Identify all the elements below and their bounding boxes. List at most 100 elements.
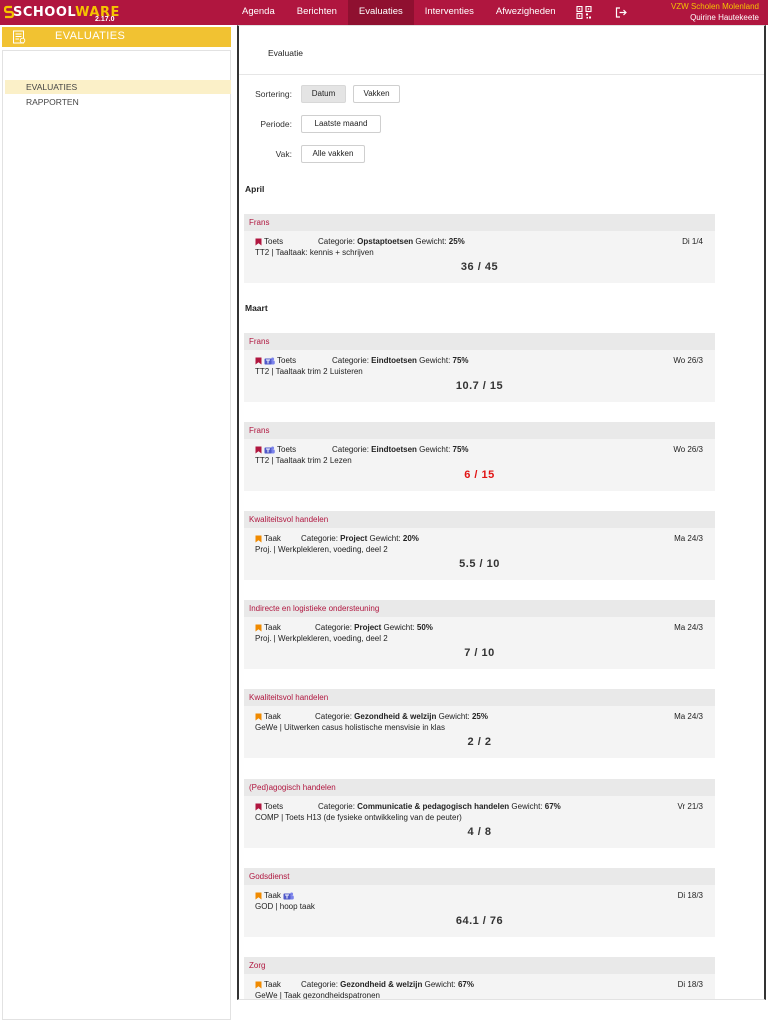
- eval-date: Ma 24/3: [674, 623, 703, 632]
- card-body: Taak Categorie: Gezondheid & welzijn Gewi…: [244, 974, 715, 1000]
- bookmark-icon: [255, 892, 262, 899]
- eval-date: Ma 24/3: [674, 534, 703, 543]
- evaluation-card[interactable]: (Ped)agogisch handelen Toets Categorie: Co…: [244, 779, 715, 848]
- eval-description: GOD | hoop taak: [255, 902, 315, 911]
- sidebar-item-rapporten[interactable]: RAPPORTEN: [5, 95, 231, 109]
- eval-date: Vr 21/3: [677, 802, 704, 811]
- subject-select[interactable]: Alle vakken: [301, 145, 365, 163]
- evaluation-card[interactable]: Frans Toets Categorie: Eindtoetsen Gewicht…: [244, 422, 715, 491]
- category-value: Opstaptoetsen: [357, 237, 414, 246]
- card-subject: Kwaliteitsvol handelen: [244, 511, 715, 528]
- eval-description: GeWe | Taak gezondheidspatronen: [255, 991, 380, 1000]
- eval-score: 10.7 / 15: [455, 380, 504, 392]
- teams-icon: [264, 357, 275, 364]
- eval-type-label: Taak: [264, 712, 281, 721]
- category-value: Eindtoetsen: [371, 445, 417, 454]
- period-select[interactable]: Laatste maand: [301, 115, 381, 133]
- user-name[interactable]: Quirine Hautekeete: [671, 13, 759, 24]
- weight-value: 75%: [452, 356, 469, 365]
- card-subject: Indirecte en logistieke ondersteuning: [244, 600, 715, 617]
- category-value: Gezondheid & welzijn: [340, 980, 423, 989]
- nav-berichten[interactable]: Berichten: [286, 0, 348, 25]
- eval-type-label: Toets: [264, 237, 284, 246]
- card-body: Taak Categorie: Project Gewicht: 20% Ma 24…: [244, 528, 715, 580]
- sort-label: Sortering:: [255, 89, 292, 99]
- eval-type: Taak: [255, 712, 281, 721]
- teams-icon: [264, 446, 275, 453]
- sidebar-item-evaluaties[interactable]: EVALUATIES: [5, 80, 231, 94]
- nav-interventies[interactable]: Interventies: [414, 0, 485, 25]
- eval-date: Di 18/3: [677, 891, 703, 900]
- eval-category: Categorie: Project Gewicht: 20%: [301, 534, 419, 543]
- eval-score: 36 / 45: [460, 261, 499, 273]
- school-name: VZW Scholen Molenland: [670, 2, 759, 11]
- eval-date: Wo 26/3: [673, 356, 703, 365]
- sidebar-panel: EVALUATIES RAPPORTEN: [2, 50, 231, 1020]
- eval-type: Toets: [255, 237, 283, 246]
- evaluation-card[interactable]: Godsdienst Taak Di 18/3 GOD | hoop taak 64.…: [244, 868, 715, 937]
- sidebar-header: EVALUATIES: [2, 27, 231, 47]
- eval-date: Wo 26/3: [673, 445, 703, 454]
- card-body: Taak Categorie: Gezondheid & welzijn Gewi…: [244, 706, 715, 758]
- main-nav: Agenda Berichten Evaluaties Interventies…: [231, 0, 567, 25]
- evaluation-card[interactable]: Frans Toets Categorie: Opstaptoetsen Gewic…: [244, 214, 715, 283]
- nav-evaluaties[interactable]: Evaluaties: [347, 0, 414, 25]
- evaluation-card[interactable]: Indirecte en logistieke ondersteuning Taa…: [244, 600, 715, 669]
- sort-datum-button[interactable]: Datum: [301, 85, 346, 103]
- evaluation-card[interactable]: Kwaliteitsvol handelen Taak Categorie: Pro…: [244, 511, 715, 580]
- evaluation-card[interactable]: Frans Toets Categorie: Eindtoetsen Gewicht…: [244, 333, 715, 402]
- eval-category: Categorie: Gezondheid & welzijn Gewicht:…: [315, 712, 488, 721]
- nav-afwezigheden[interactable]: Afwezigheden: [485, 0, 567, 25]
- subject-label: Vak:: [275, 149, 292, 159]
- weight-value: 75%: [452, 445, 469, 454]
- bookmark-icon: [255, 446, 262, 453]
- evaluation-card[interactable]: Zorg Taak Categorie: Gezondheid & welzijn …: [244, 957, 715, 1000]
- eval-description: GeWe | Uitwerken casus holistische mensv…: [255, 723, 445, 732]
- month-heading: Maart: [245, 303, 268, 313]
- eval-date: Di 18/3: [677, 980, 703, 989]
- main-content[interactable]: Evaluatie Sortering: Datum Vakken Period…: [237, 25, 766, 1000]
- category-value: Project: [354, 623, 382, 632]
- eval-type: Toets: [255, 802, 283, 811]
- logout-icon[interactable]: [615, 6, 627, 19]
- bookmark-icon: [255, 535, 262, 542]
- eval-type: Taak: [255, 534, 281, 543]
- card-body: Toets Categorie: Eindtoetsen Gewicht: 75%…: [244, 350, 715, 402]
- eval-type-label: Taak: [264, 891, 281, 900]
- eval-type: Toets: [255, 445, 296, 454]
- eval-type-label: Toets: [264, 802, 284, 811]
- eval-type-label: Taak: [264, 623, 281, 632]
- qr-code-icon[interactable]: [576, 6, 592, 19]
- weight-value: 50%: [416, 623, 433, 632]
- nav-agenda[interactable]: Agenda: [231, 0, 286, 25]
- eval-score: 5.5 / 10: [459, 558, 500, 570]
- card-subject: Frans: [244, 214, 715, 231]
- teams-icon: [283, 892, 294, 899]
- card-subject: Frans: [244, 333, 715, 350]
- eval-score: 7 / 10: [464, 647, 495, 659]
- eval-type-label: Toets: [277, 356, 297, 365]
- eval-type-label: Toets: [277, 445, 297, 454]
- eval-category: Categorie: Gezondheid & welzijn Gewicht:…: [301, 980, 474, 989]
- card-subject: Zorg: [244, 957, 715, 974]
- eval-type-label: Taak: [264, 980, 281, 989]
- evaluation-card[interactable]: Kwaliteitsvol handelen Taak Categorie: Gez…: [244, 689, 715, 758]
- evaluations-icon: [13, 30, 26, 44]
- sidebar-title: EVALUATIES: [55, 30, 126, 42]
- top-bar: SCHOOLWARE 2.17.0 Agenda Berichten Evalu…: [0, 0, 768, 25]
- eval-date: Ma 24/3: [674, 712, 703, 721]
- card-subject: (Ped)agogisch handelen: [244, 779, 715, 796]
- card-body: Toets Categorie: Opstaptoetsen Gewicht: 2…: [244, 231, 715, 283]
- weight-value: 67%: [457, 980, 474, 989]
- card-body: Taak Di 18/3 GOD | hoop taak 64.1 / 76: [244, 885, 715, 937]
- weight-value: 25%: [448, 237, 465, 246]
- eval-score: 64.1 / 76: [455, 915, 504, 927]
- category-value: Communicatie & pedagogisch handelen: [357, 802, 510, 811]
- sort-vakken-button[interactable]: Vakken: [353, 85, 400, 103]
- bookmark-icon: [255, 238, 262, 245]
- weight-value: 20%: [402, 534, 419, 543]
- card-subject: Godsdienst: [244, 868, 715, 885]
- category-value: Project: [340, 534, 368, 543]
- bookmark-icon: [255, 803, 262, 810]
- eval-description: TT2 | Taaltaak trim 2 Luisteren: [255, 367, 363, 376]
